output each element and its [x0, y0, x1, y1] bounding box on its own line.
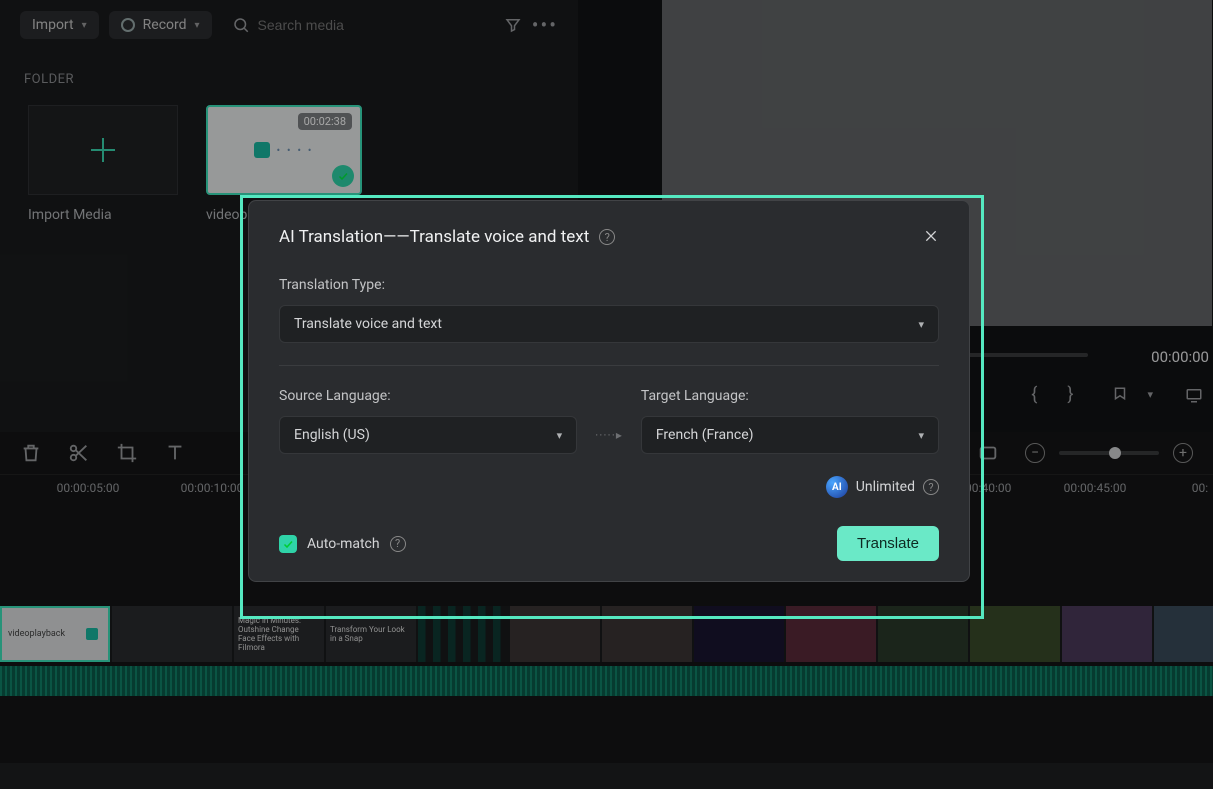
source-language-col: Source Language: English (US) ▾ [279, 388, 577, 454]
ai-badge-icon: AI [826, 476, 848, 498]
translation-type-value: Translate voice and text [294, 316, 442, 332]
help-icon[interactable]: ? [923, 479, 939, 495]
translation-type-label: Translation Type: [279, 277, 939, 293]
translation-type-select[interactable]: Translate voice and text ▾ [279, 305, 939, 343]
help-icon[interactable]: ? [599, 229, 615, 245]
modal-header: AI Translation——Translate voice and text… [279, 225, 939, 249]
source-language-label: Source Language: [279, 388, 577, 404]
arrow-right-icon: ·····▸ [595, 428, 623, 454]
chevron-down-icon: ▾ [557, 429, 563, 442]
target-language-label: Target Language: [641, 388, 939, 404]
unlimited-label: Unlimited [856, 479, 915, 495]
close-icon[interactable] [923, 225, 939, 249]
translate-button[interactable]: Translate [837, 526, 939, 561]
target-language-select[interactable]: French (France) ▾ [641, 416, 939, 454]
target-language-col: Target Language: French (France) ▾ [641, 388, 939, 454]
unlimited-row: AI Unlimited ? [279, 476, 939, 498]
chevron-down-icon: ▾ [918, 318, 924, 331]
ai-translation-modal: AI Translation——Translate voice and text… [248, 200, 970, 582]
target-language-value: French (France) [656, 427, 754, 443]
help-icon[interactable]: ? [390, 536, 406, 552]
modal-footer: Auto-match ? Translate [279, 526, 939, 561]
chevron-down-icon: ▾ [918, 429, 924, 442]
auto-match-label: Auto-match [307, 536, 380, 552]
source-language-value: English (US) [294, 427, 370, 443]
modal-title: AI Translation——Translate voice and text [279, 227, 589, 247]
source-language-select[interactable]: English (US) ▾ [279, 416, 577, 454]
auto-match-checkbox[interactable] [279, 535, 297, 553]
divider [279, 365, 939, 366]
language-row: Source Language: English (US) ▾ ·····▸ T… [279, 388, 939, 454]
